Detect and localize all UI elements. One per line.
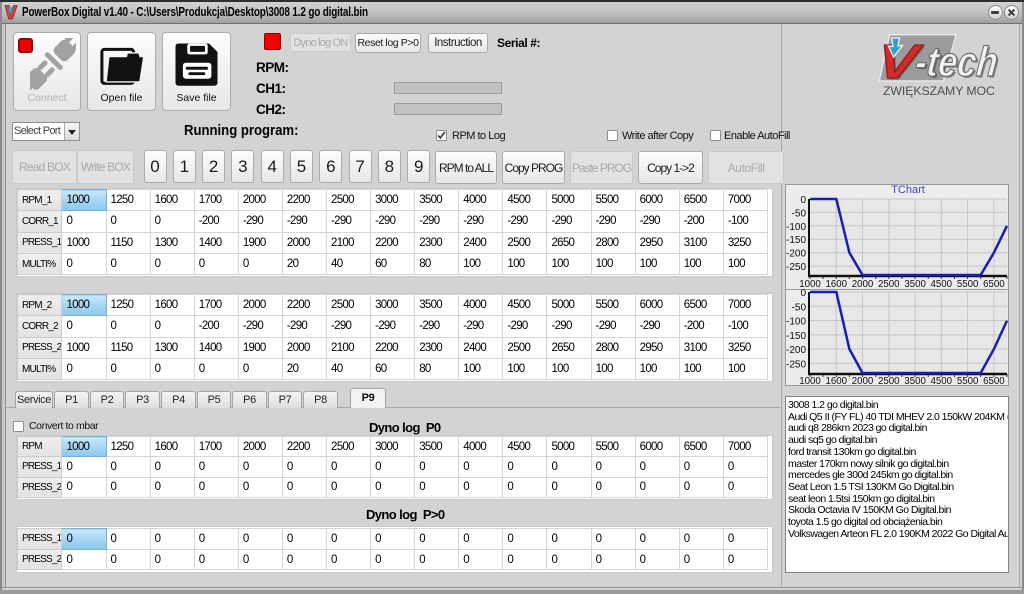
- svg-text:2000: 2000: [852, 376, 874, 386]
- svg-text:-100: -100: [786, 317, 806, 328]
- svg-text:6500: 6500: [983, 376, 1005, 386]
- svg-text:4500: 4500: [931, 279, 953, 290]
- svg-text:-50: -50: [792, 208, 807, 219]
- svg-text:3500: 3500: [904, 376, 926, 386]
- svg-text:0: 0: [800, 195, 806, 206]
- svg-text:-150: -150: [786, 331, 806, 342]
- svg-text:5500: 5500: [957, 376, 979, 386]
- svg-text:5500: 5500: [957, 279, 979, 290]
- svg-text:0: 0: [800, 288, 806, 299]
- svg-text:4500: 4500: [931, 376, 953, 386]
- svg-text:6500: 6500: [983, 279, 1005, 290]
- svg-text:-150: -150: [786, 235, 806, 246]
- svg-text:-200: -200: [786, 345, 806, 356]
- svg-text:2500: 2500: [878, 376, 900, 386]
- svg-text:1000: 1000: [799, 376, 821, 386]
- svg-text:3500: 3500: [904, 279, 926, 290]
- svg-text:-100: -100: [786, 222, 806, 233]
- svg-text:1600: 1600: [826, 279, 848, 290]
- svg-text:-250: -250: [786, 262, 806, 273]
- svg-text:1600: 1600: [826, 376, 848, 386]
- svg-text:-200: -200: [786, 249, 806, 260]
- svg-text:TChart: TChart: [891, 184, 925, 196]
- svg-text:2500: 2500: [878, 279, 900, 290]
- svg-text:2000: 2000: [852, 279, 874, 290]
- svg-text:-50: -50: [792, 302, 807, 313]
- svg-text:-tech: -tech: [913, 38, 1000, 85]
- svg-text:-250: -250: [786, 359, 806, 370]
